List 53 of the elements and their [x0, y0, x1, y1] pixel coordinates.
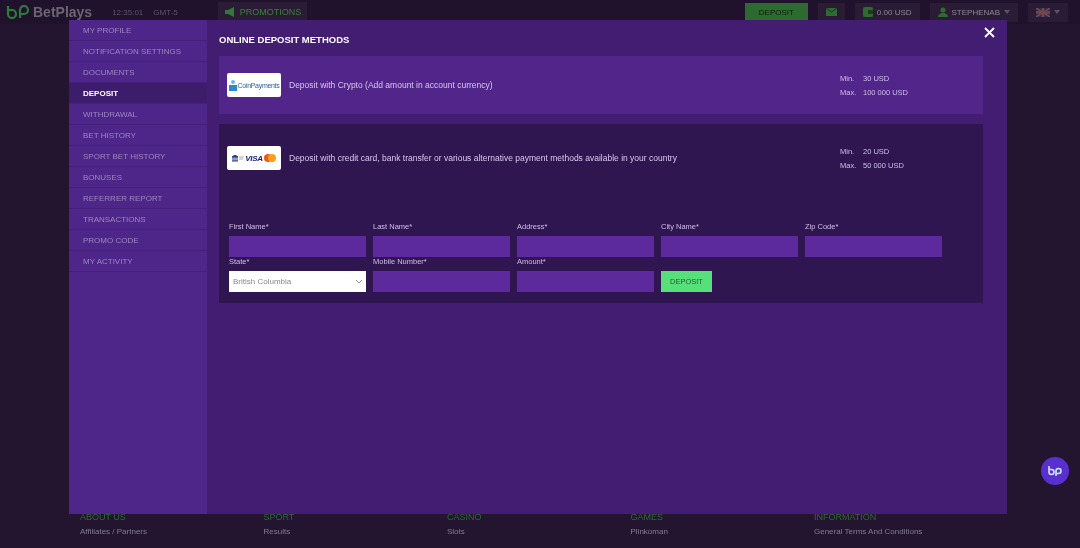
sidebar-item[interactable]: REFERRER REPORT: [69, 188, 207, 209]
payment-logo: VISA: [227, 146, 281, 170]
logo-icon: [6, 5, 30, 19]
footer-heading: INFORMATION: [814, 512, 878, 522]
user-icon: [937, 7, 948, 17]
envelope-icon: [825, 8, 837, 16]
input-field[interactable]: [517, 271, 654, 292]
flag-icon: [1036, 7, 1050, 17]
footer-link[interactable]: Results: [263, 527, 447, 536]
close-icon[interactable]: [984, 27, 995, 38]
footer-link[interactable]: General Terms And Conditions: [814, 527, 998, 536]
wallet-icon: [862, 7, 873, 17]
method-description: Deposit with credit card, bank transfer or various alternative payment methods available in your country: [289, 153, 678, 163]
footer-heading: GAMES: [630, 512, 664, 522]
sidebar-item[interactable]: DEPOSIT: [69, 83, 207, 104]
footer-heading: SPORT: [263, 512, 296, 522]
sidebar-item[interactable]: MY PROFILE: [69, 20, 207, 41]
section-title: ONLINE DEPOSIT METHODS: [219, 34, 351, 45]
sidebar-item[interactable]: SPORT BET HISTORY: [69, 146, 207, 167]
sidebar-item[interactable]: MY ACTIVITY: [69, 251, 207, 272]
brand-name: BetPlays: [33, 4, 93, 20]
input-field[interactable]: [373, 236, 510, 257]
caret-icon: [1004, 10, 1010, 14]
footer-heading: ABOUT US: [80, 512, 127, 522]
chevron-icon: [356, 279, 362, 284]
method-description: Deposit with Crypto (Add amount in account currency): [289, 80, 494, 90]
sidebar-item[interactable]: BET HISTORY: [69, 125, 207, 146]
sidebar-item[interactable]: NOTIFICATION SETTINGS: [69, 41, 207, 62]
caret-icon: [1054, 10, 1060, 14]
footer-heading: CASINO: [447, 512, 483, 522]
card-brand-icon: [263, 154, 276, 162]
sidebar-item[interactable]: PROMO CODE: [69, 230, 207, 251]
footer-link[interactable]: Plinkoman: [630, 527, 814, 536]
input-field[interactable]: [661, 236, 798, 257]
input-field[interactable]: [373, 271, 510, 292]
user-menu[interactable]: STEPHENAB: [929, 2, 1018, 22]
coins-icon: [228, 79, 237, 91]
bank-icon: [232, 154, 245, 162]
sidebar-item[interactable]: TRANSACTIONS: [69, 209, 207, 230]
footer-link[interactable]: Slots: [447, 527, 631, 536]
state-dropdown[interactable]: British Columbia: [229, 271, 366, 292]
payment-method-card[interactable]: [219, 124, 983, 303]
input-field[interactable]: [517, 236, 654, 257]
sidebar-item[interactable]: BONUSES: [69, 167, 207, 188]
promotions-button[interactable]: PROMOTIONS: [217, 2, 308, 22]
chat-bubble-icon[interactable]: [1041, 457, 1069, 485]
clock-time: 12:35:01: [112, 7, 144, 17]
language-menu[interactable]: [1028, 2, 1068, 22]
sidebar-item[interactable]: WITHDRAWAL: [69, 104, 207, 125]
input-field[interactable]: [229, 236, 366, 257]
megaphone-icon: [223, 7, 236, 17]
footer-link[interactable]: Affiliates / Partners: [80, 527, 264, 536]
input-field[interactable]: [805, 236, 942, 257]
